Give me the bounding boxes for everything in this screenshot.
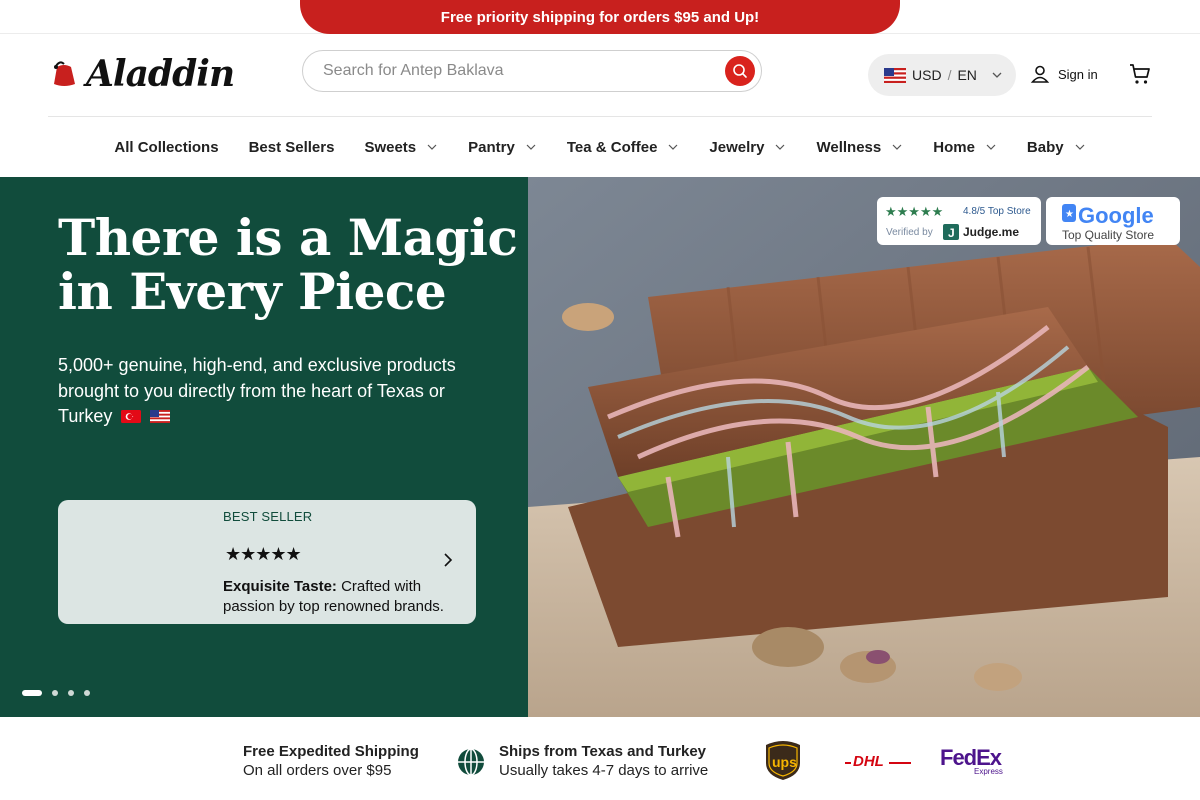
nav-item-best-sellers[interactable]: Best Sellers <box>249 139 335 156</box>
card-text: Exquisite Taste: Crafted with passion by… <box>223 577 463 617</box>
nav-item-all-collections[interactable]: All Collections <box>114 139 218 156</box>
slider-dot[interactable] <box>84 690 90 696</box>
fez-hat-icon <box>54 61 75 86</box>
feature-title: Free Expedited Shipping <box>243 743 419 760</box>
feature-subtitle: On all orders over $95 <box>243 762 392 779</box>
cart-button[interactable] <box>1128 62 1152 86</box>
slider-dots <box>22 690 90 696</box>
nav-label: Sweets <box>364 138 417 156</box>
nav-item-jewelry[interactable]: Jewelry <box>709 139 786 156</box>
language-label: EN <box>957 67 977 83</box>
nav-item-wellness[interactable]: Wellness <box>816 139 903 156</box>
dhl-logo: DHL <box>845 753 911 769</box>
hero-subtitle-text: 5,000+ genuine, high-end, and exclusive … <box>58 355 456 426</box>
chevron-down-icon <box>1075 144 1085 150</box>
best-seller-badge: BEST SELLER <box>223 509 313 524</box>
chevron-down-icon <box>992 72 1002 78</box>
sign-in-label: Sign in <box>1058 66 1098 82</box>
turkey-flag-icon <box>121 410 142 423</box>
search-bar <box>302 50 762 92</box>
promo-bar-wrapper: Free priority shipping for orders $95 an… <box>0 0 1200 34</box>
best-seller-card[interactable]: BEST SELLER ★★★★★ Exquisite Taste: Craft… <box>58 500 476 624</box>
chevron-down-icon <box>668 144 678 150</box>
nav-label: Baby <box>1026 138 1064 156</box>
dhl-text: DHL <box>853 753 884 769</box>
nav-label: Wellness <box>816 138 882 156</box>
chevron-down-icon <box>427 144 437 150</box>
nav-item-pantry[interactable]: Pantry <box>468 139 537 156</box>
us-flag-icon <box>884 67 906 83</box>
hero-text-panel: There is a Magic in Every Piece 5,000+ g… <box>0 177 528 717</box>
google-logo: ★ Google Top Quality Store <box>1062 203 1154 242</box>
nav-item-sweets[interactable]: Sweets <box>364 139 438 156</box>
site-logo[interactable]: Aladdin <box>48 53 235 95</box>
currency-label: USD <box>912 67 942 83</box>
ups-text: ups <box>772 754 797 770</box>
hero-slider: There is a Magic in Every Piece 5,000+ g… <box>0 177 1200 717</box>
google-sub-text: Top Quality Store <box>1062 228 1154 242</box>
hero-subtitle: 5,000+ genuine, high-end, and exclusive … <box>58 353 488 430</box>
nav-label: Jewelry <box>709 138 765 156</box>
feature-free-shipping: Free Expedited Shipping On all orders ov… <box>243 742 419 780</box>
hero-title: There is a Magic in Every Piece <box>58 208 518 321</box>
search-icon <box>733 64 747 78</box>
fedex-express-text: Express <box>974 767 1003 776</box>
nav-item-home[interactable]: Home <box>933 139 997 156</box>
currency-separator: / <box>947 67 952 83</box>
user-icon <box>1030 65 1050 83</box>
logo-wordmark: Aladdin <box>86 53 235 95</box>
us-flag-icon <box>150 410 171 423</box>
main-nav: All Collections Best Sellers Sweets Pant… <box>0 117 1200 177</box>
feature-title: Ships from Texas and Turkey <box>499 743 707 760</box>
globe-icon <box>458 748 484 776</box>
hero-image <box>528 177 1200 717</box>
judgeme-rating-badge[interactable]: ★★★★★ 4.8/5 Top Store Verified by J Judg… <box>877 197 1041 245</box>
cart-icon <box>1130 64 1150 84</box>
nav-label: Tea & Coffee <box>566 138 658 156</box>
nav-item-tea-coffee[interactable]: Tea & Coffee <box>567 139 680 156</box>
judgeme-logo: ★★★★★ 4.8/5 Top Store Verified by J Judg… <box>885 205 1031 240</box>
nav-label: Home <box>933 138 975 156</box>
card-text-bold: Exquisite Taste: <box>223 578 337 595</box>
rating-stars: ★★★★★ <box>225 544 302 564</box>
chevron-down-icon <box>892 144 902 150</box>
sign-in-link[interactable]: Sign in <box>1030 62 1098 86</box>
search-input[interactable] <box>323 51 723 91</box>
judgeme-rating-text: 4.8/5 Top Store <box>963 206 1031 217</box>
feature-strip: Free Expedited Shipping On all orders ov… <box>0 717 1200 800</box>
promo-text: Free priority shipping for orders $95 an… <box>440 8 760 26</box>
chevron-down-icon <box>526 144 536 150</box>
slider-dot[interactable] <box>52 690 58 696</box>
judgeme-brand-text: Judge.me <box>963 225 1019 239</box>
chevron-down-icon <box>986 144 996 150</box>
feature-subtitle: Usually takes 4-7 days to arrive <box>499 762 709 779</box>
svg-text:★★★★★: ★★★★★ <box>885 205 943 220</box>
promo-banner[interactable]: Free priority shipping for orders $95 an… <box>300 0 900 34</box>
feature-ships-from: Ships from Texas and Turkey Usually take… <box>499 742 708 780</box>
svg-text:J: J <box>948 226 955 240</box>
nav-label: Pantry <box>468 138 515 156</box>
slider-dot[interactable] <box>68 690 74 696</box>
site-header: Aladdin USD / EN Sign i <box>0 34 1200 116</box>
slider-dot-active[interactable] <box>22 690 42 696</box>
google-brand-text: Google <box>1078 203 1154 228</box>
chevron-right-icon[interactable] <box>440 552 456 568</box>
nav-item-baby[interactable]: Baby <box>1027 139 1086 156</box>
fedex-logo: FedEx Express <box>940 745 1004 776</box>
pistachio-chocolate-image <box>528 177 1200 717</box>
judgeme-verified-text: Verified by <box>886 227 933 238</box>
chevron-down-icon <box>776 144 785 150</box>
search-button[interactable] <box>725 56 755 86</box>
nav-label: All Collections <box>114 138 219 156</box>
svg-text:★: ★ <box>1065 209 1074 220</box>
nav-label: Best Sellers <box>248 138 335 156</box>
ups-logo: ups <box>766 741 800 780</box>
google-quality-badge[interactable]: ★ Google Top Quality Store <box>1046 197 1180 245</box>
currency-language-selector[interactable]: USD / EN <box>868 54 1016 96</box>
